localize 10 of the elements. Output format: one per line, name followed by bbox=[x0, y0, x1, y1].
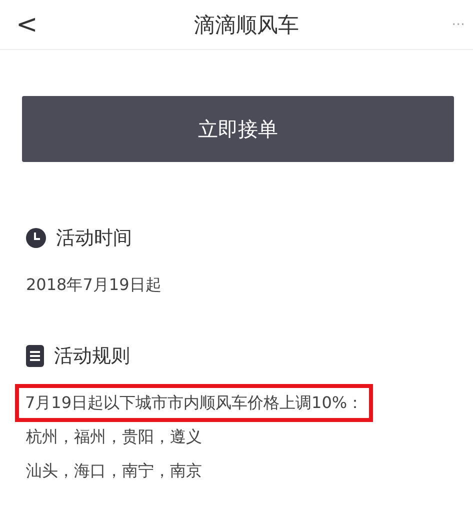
clock-icon bbox=[26, 228, 46, 248]
info-text: 汕头，海口，南宁，南京 bbox=[26, 460, 202, 482]
page-title: 滴滴顺风车 bbox=[193, 12, 300, 38]
document-icon bbox=[26, 345, 44, 367]
info-text: 2018年7月19日起 bbox=[26, 274, 162, 296]
section-heading: 活动时间 bbox=[56, 226, 132, 251]
back-button[interactable]: < bbox=[12, 12, 42, 38]
accept-order-button[interactable]: 立即接单 bbox=[22, 96, 454, 162]
section-heading: 活动规则 bbox=[54, 344, 130, 369]
info-text: 杭州，福州，贵阳，遵义 bbox=[26, 426, 202, 448]
